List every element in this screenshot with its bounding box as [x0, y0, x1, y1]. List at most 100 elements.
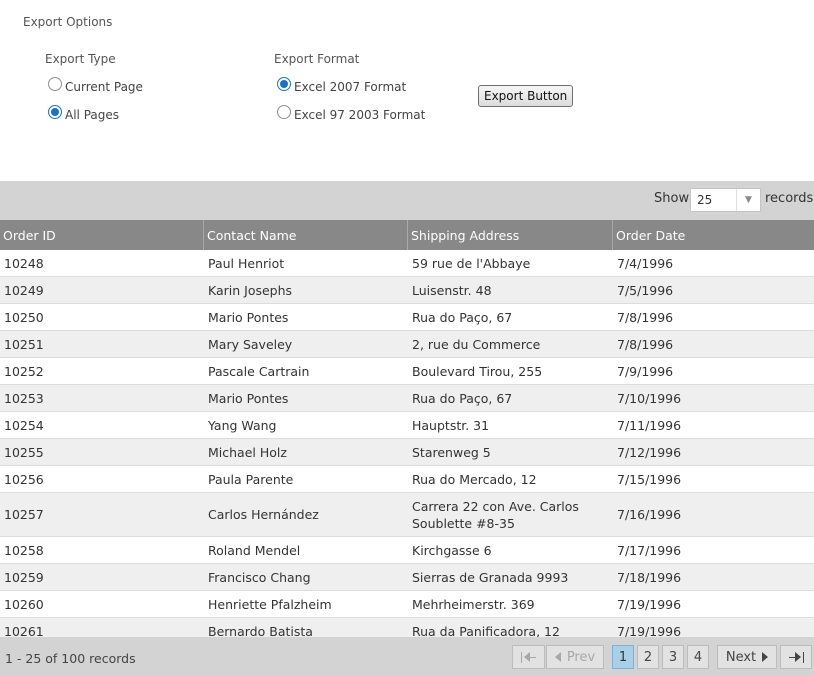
cell-shipping-address: Starenweg 5 [412, 444, 491, 460]
cell-shipping-address: Rua do Paço, 67 [412, 390, 513, 406]
cell-shipping-address: Rua do Paço, 67 [412, 309, 513, 325]
cell-shipping-address: Hauptstr. 31 [412, 417, 490, 433]
column-header-contact-name[interactable]: Contact Name [204, 220, 408, 250]
cell-contact-name: Michael Holz [208, 444, 287, 460]
cell-order-id: 10255 [4, 444, 44, 460]
page-button-2[interactable]: 2 [637, 645, 659, 669]
table-row[interactable]: 10253 Mario Pontes Rua do Paço, 67 7/10/… [0, 385, 814, 412]
cell-contact-name: Mary Saveley [208, 336, 293, 352]
column-header-order-date[interactable]: Order Date [613, 220, 814, 250]
cell-contact-name: Roland Mendel [208, 542, 301, 558]
cell-order-date: 7/11/1996 [617, 417, 682, 433]
cell-shipping-address: Luisenstr. 48 [412, 282, 492, 298]
cell-order-date: 7/16/1996 [617, 507, 682, 522]
table-row[interactable]: 10250 Mario Pontes Rua do Paço, 67 7/8/1… [0, 304, 814, 331]
cell-order-date: 7/12/1996 [617, 444, 682, 460]
cell-shipping-address: Mehrheimerstr. 369 [412, 596, 535, 612]
table-row[interactable]: 10257 Carlos Hernández Carrera 22 con Av… [0, 493, 814, 537]
column-header-shipping-address[interactable]: Shipping Address [408, 220, 613, 250]
cell-contact-name: Paul Henriot [208, 255, 285, 271]
cell-contact-name: Paula Parente [208, 471, 294, 487]
radio-all-pages-circle[interactable] [48, 105, 62, 119]
next-arrow-icon [762, 652, 769, 662]
cell-order-date: 7/19/1996 [617, 623, 682, 638]
cell-order-id: 10257 [4, 507, 44, 522]
table-row[interactable]: 10259 Francisco Chang Sierras de Granada… [0, 564, 814, 591]
cell-shipping-address: Boulevard Tirou, 255 [412, 363, 543, 379]
cell-contact-name: Mario Pontes [208, 309, 289, 325]
export-button[interactable]: Export Button [478, 85, 574, 107]
table-row[interactable]: 10251 Mary Saveley 2, rue du Commerce 7/… [0, 331, 814, 358]
cell-order-date: 7/19/1996 [617, 596, 682, 612]
page-button-1[interactable]: 1 [612, 645, 634, 669]
cell-shipping-address: Kirchgasse 6 [412, 542, 492, 558]
chevron-down-icon[interactable]: ▼ [736, 189, 760, 211]
radio-all-pages-label: All Pages [65, 108, 119, 122]
table-row[interactable]: 10261 Bernardo Batista Rua da Panificado… [0, 618, 814, 637]
table-row[interactable]: 10252 Pascale Cartrain Boulevard Tirou, … [0, 358, 814, 385]
cell-contact-name: Mario Pontes [208, 390, 289, 406]
radio-current-page-circle[interactable] [48, 77, 62, 91]
prev-page-button[interactable]: Prev [546, 645, 604, 669]
radio-excel-2007-label: Excel 2007 Format [294, 80, 407, 94]
page-button-4[interactable]: 4 [687, 645, 709, 669]
grid-header: Order ID Contact Name Shipping Address O… [0, 220, 814, 250]
table-row[interactable]: 10258 Roland Mendel Kirchgasse 6 7/17/19… [0, 537, 814, 564]
cell-order-date: 7/15/1996 [617, 471, 682, 487]
table-row[interactable]: 10255 Michael Holz Starenweg 5 7/12/1996 [0, 439, 814, 466]
cell-order-id: 10251 [4, 336, 44, 352]
radio-current-page-label: Current Page [65, 80, 143, 94]
cell-order-id: 10253 [4, 390, 44, 406]
cell-contact-name: Carlos Hernández [208, 507, 319, 522]
cell-contact-name: Pascale Cartrain [208, 363, 310, 379]
cell-order-id: 10254 [4, 417, 44, 433]
grid-toolbar: Show 25 ▼ records [0, 181, 814, 220]
grid-pager: 1 - 25 of 100 records Prev 1 2 3 4 Next [0, 637, 814, 676]
records-label: records [765, 191, 814, 206]
cell-order-date: 7/18/1996 [617, 569, 682, 585]
column-header-order-id[interactable]: Order ID [0, 220, 204, 250]
export-format-title: Export Format [274, 52, 360, 66]
page-button-3[interactable]: 3 [662, 645, 684, 669]
cell-contact-name: Bernardo Batista [208, 623, 313, 638]
cell-order-date: 7/8/1996 [617, 309, 674, 325]
radio-excel-2007[interactable]: Excel 2007 Format [277, 77, 407, 94]
cell-contact-name: Karin Josephs [208, 282, 293, 298]
table-row[interactable]: 10256 Paula Parente Rua do Mercado, 12 7… [0, 466, 814, 493]
cell-order-id: 10261 [4, 623, 44, 638]
table-row[interactable]: 10249 Karin Josephs Luisenstr. 48 7/5/19… [0, 277, 814, 304]
cell-order-id: 10252 [4, 363, 44, 379]
show-label: Show [654, 191, 690, 206]
radio-excel-97-2003-label: Excel 97 2003 Format [294, 108, 426, 122]
cell-shipping-address: Carrera 22 con Ave. Carlos Soublette #8-… [412, 498, 579, 531]
cell-order-date: 7/9/1996 [617, 363, 674, 379]
cell-order-id: 10260 [4, 596, 44, 612]
cell-order-id: 10248 [4, 255, 44, 271]
cell-shipping-address: Rua da Panificadora, 12 [412, 623, 560, 638]
table-row[interactable]: 10248 Paul Henriot 59 rue de l'Abbaye 7/… [0, 250, 814, 277]
table-row[interactable]: 10260 Henriette Pfalzheim Mehrheimerstr.… [0, 591, 814, 618]
last-page-button[interactable] [780, 645, 812, 669]
cell-order-id: 10250 [4, 309, 44, 325]
first-page-button[interactable] [512, 645, 545, 669]
cell-shipping-address: 59 rue de l'Abbaye [412, 255, 531, 271]
page-size-dropdown[interactable]: 25 ▼ [690, 188, 761, 212]
first-page-icon [521, 651, 536, 663]
radio-all-pages[interactable]: All Pages [48, 105, 119, 122]
cell-contact-name: Francisco Chang [208, 569, 311, 585]
page-size-value: 25 [697, 193, 713, 207]
radio-current-page[interactable]: Current Page [48, 77, 143, 94]
table-row[interactable]: 10254 Yang Wang Hauptstr. 31 7/11/1996 [0, 412, 814, 439]
next-page-label: Next [725, 649, 757, 665]
radio-excel-97-2003-circle[interactable] [277, 105, 291, 119]
cell-order-date: 7/10/1996 [617, 390, 682, 406]
cell-order-date: 7/4/1996 [617, 255, 674, 271]
prev-page-label: Prev [566, 649, 596, 665]
radio-excel-2007-circle[interactable] [277, 77, 291, 91]
radio-excel-97-2003[interactable]: Excel 97 2003 Format [277, 105, 426, 122]
cell-order-date: 7/17/1996 [617, 542, 682, 558]
cell-contact-name: Yang Wang [208, 417, 277, 433]
next-page-button[interactable]: Next [717, 645, 777, 669]
cell-shipping-address: Sierras de Granada 9993 [412, 569, 569, 585]
pager-summary: 1 - 25 of 100 records [5, 651, 136, 666]
